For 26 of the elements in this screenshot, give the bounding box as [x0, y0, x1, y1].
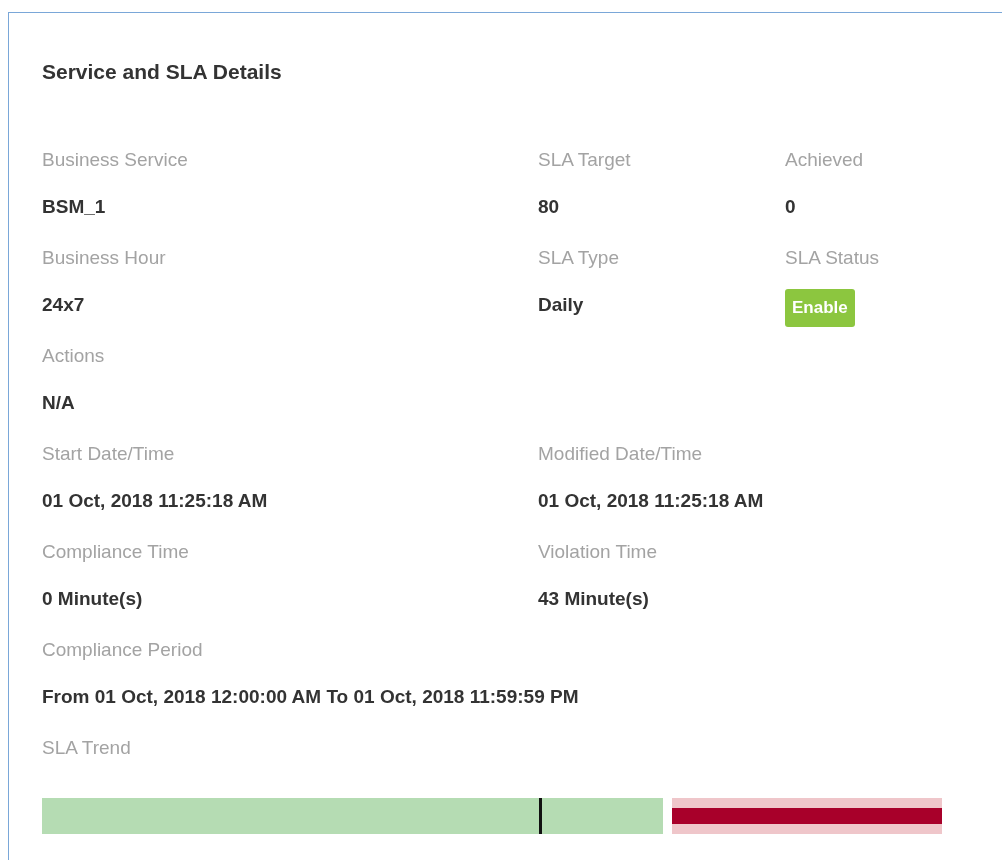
field-value: 43 Minute(s) — [538, 587, 649, 611]
field-value: 80 — [538, 195, 560, 219]
field-label: Actions — [42, 344, 106, 368]
field-label: Start Date/Time — [42, 442, 176, 466]
field-label: Compliance Time — [42, 540, 190, 564]
field-value: From 01 Oct, 2018 12:00:00 AM To 01 Oct, 2018 11:59:59 PM — [42, 685, 579, 709]
field-label: Business Service — [42, 148, 189, 172]
field-value: BSM_1 — [42, 195, 106, 219]
field-value: 01 Oct, 2018 11:25:18 AM — [538, 489, 764, 513]
field-value: 24x7 — [42, 293, 85, 317]
status-badge: Enable — [785, 289, 855, 327]
field-label: Business Hour — [42, 246, 167, 270]
panel-title: Service and SLA Details — [42, 60, 283, 84]
field-label: SLA Target — [538, 148, 632, 172]
field-label: Violation Time — [538, 540, 658, 564]
field-value: 0 — [785, 195, 796, 219]
field-value: Daily — [538, 293, 584, 317]
field-label: SLA Type — [538, 246, 620, 270]
field-label: SLA Status — [785, 246, 880, 270]
field-value: N/A — [42, 391, 75, 415]
field-label: Achieved — [785, 148, 865, 172]
field-value: 0 Minute(s) — [42, 587, 143, 611]
trend-label: SLA Trend — [42, 736, 132, 760]
field-label: Modified Date/Time — [538, 442, 704, 466]
field-label: Compliance Period — [42, 638, 204, 662]
field-value: 01 Oct, 2018 11:25:18 AM — [42, 489, 268, 513]
